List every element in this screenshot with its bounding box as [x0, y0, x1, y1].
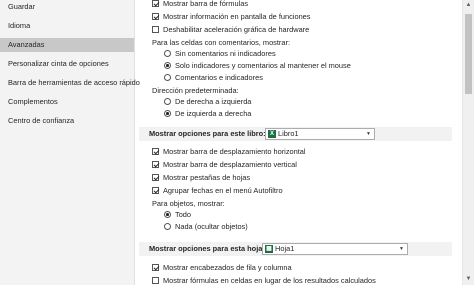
chevron-down-icon: ▼	[366, 131, 371, 137]
comments-all-option[interactable]: Comentarios e indicadores	[164, 72, 263, 84]
scroll-thumb[interactable]	[465, 14, 472, 94]
worksheet-select-value: Hoja1	[275, 244, 295, 253]
workbook-section-label: Mostrar opciones para este libro:	[149, 129, 266, 138]
direction-ltr-radio[interactable]	[164, 110, 171, 117]
sidebar-item-guardar[interactable]: Guardar	[0, 0, 134, 14]
hw-accel-checkbox[interactable]	[152, 26, 159, 33]
options-sidebar: Guardar Idioma Avanzadas Personalizar ci…	[0, 0, 140, 285]
function-tooltips-option[interactable]: Mostrar información en pantalla de funci…	[152, 11, 310, 23]
function-tooltips-checkbox[interactable]	[152, 13, 159, 20]
direction-rtl-radio[interactable]	[164, 98, 171, 105]
horizontal-scroll-checkbox[interactable]	[152, 148, 159, 155]
vertical-scroll-checkbox[interactable]	[152, 161, 159, 168]
workbook-options-section: Mostrar opciones para este libro: X Libr…	[139, 127, 452, 141]
scroll-up-icon[interactable]: ▲	[463, 0, 474, 11]
worksheet-select[interactable]: ▦ Hoja1 ▼	[262, 243, 408, 255]
group-dates-option[interactable]: Agrupar fechas en el menú Autofiltro	[152, 185, 283, 197]
formula-bar-checkbox[interactable]	[152, 0, 159, 7]
sidebar-item-barra-acceso-rapido[interactable]: Barra de herramientas de acceso rápido	[0, 76, 140, 90]
vertical-scrollbar[interactable]: ▲ ▼	[462, 0, 474, 285]
sidebar-item-centro-confianza[interactable]: Centro de confianza	[0, 114, 134, 128]
workbook-select[interactable]: X Libro1 ▼	[265, 128, 375, 140]
row-col-headers-checkbox[interactable]	[152, 264, 159, 271]
excel-workbook-icon: X	[268, 130, 276, 138]
vertical-scroll-option[interactable]: Mostrar barra de desplazamiento vertical	[152, 159, 297, 171]
objects-all-option[interactable]: Todo	[164, 209, 191, 221]
comments-none-option[interactable]: Sin comentarios ni indicadores	[164, 48, 276, 60]
objects-none-option[interactable]: Nada (ocultar objetos)	[164, 221, 248, 233]
worksheet-options-section: Mostrar opciones para esta hoja: ▦ Hoja1…	[139, 242, 452, 256]
row-col-headers-option[interactable]: Mostrar encabezados de fila y columna	[152, 262, 292, 274]
hw-accel-option[interactable]: Deshabilitar aceleración gráfica de hard…	[152, 24, 309, 36]
sidebar-item-avanzadas[interactable]: Avanzadas	[0, 38, 134, 52]
workbook-select-value: Libro1	[278, 129, 299, 138]
sheet-tabs-option[interactable]: Mostrar pestañas de hojas	[152, 172, 250, 184]
objects-all-radio[interactable]	[164, 211, 171, 218]
chevron-down-icon: ▼	[399, 246, 404, 252]
sheet-icon: ▦	[265, 245, 273, 253]
direction-ltr-option[interactable]: De izquierda a derecha	[164, 108, 251, 120]
scroll-down-icon[interactable]: ▼	[463, 274, 474, 285]
options-panel: Mostrar barra de fórmulas Mostrar inform…	[139, 0, 463, 285]
sidebar-item-complementos[interactable]: Complementos	[0, 95, 134, 109]
comments-all-radio[interactable]	[164, 74, 171, 81]
comments-none-radio[interactable]	[164, 50, 171, 57]
sidebar-item-personalizar-cinta[interactable]: Personalizar cinta de opciones	[0, 57, 134, 71]
direction-rtl-option[interactable]: De derecha a izquierda	[164, 96, 251, 108]
comments-indicators-option[interactable]: Solo indicadores y comentarios al manten…	[164, 60, 351, 72]
group-dates-checkbox[interactable]	[152, 187, 159, 194]
formula-bar-option[interactable]: Mostrar barra de fórmulas	[152, 0, 248, 10]
show-formulas-checkbox[interactable]	[152, 277, 159, 284]
sidebar-item-idioma[interactable]: Idioma	[0, 19, 134, 33]
comments-indicators-radio[interactable]	[164, 62, 171, 69]
show-formulas-option[interactable]: Mostrar fórmulas en celdas en lugar de l…	[152, 275, 376, 285]
objects-none-radio[interactable]	[164, 223, 171, 230]
horizontal-scroll-option[interactable]: Mostrar barra de desplazamiento horizont…	[152, 146, 306, 158]
sheet-tabs-checkbox[interactable]	[152, 174, 159, 181]
worksheet-section-label: Mostrar opciones para esta hoja:	[149, 244, 265, 253]
